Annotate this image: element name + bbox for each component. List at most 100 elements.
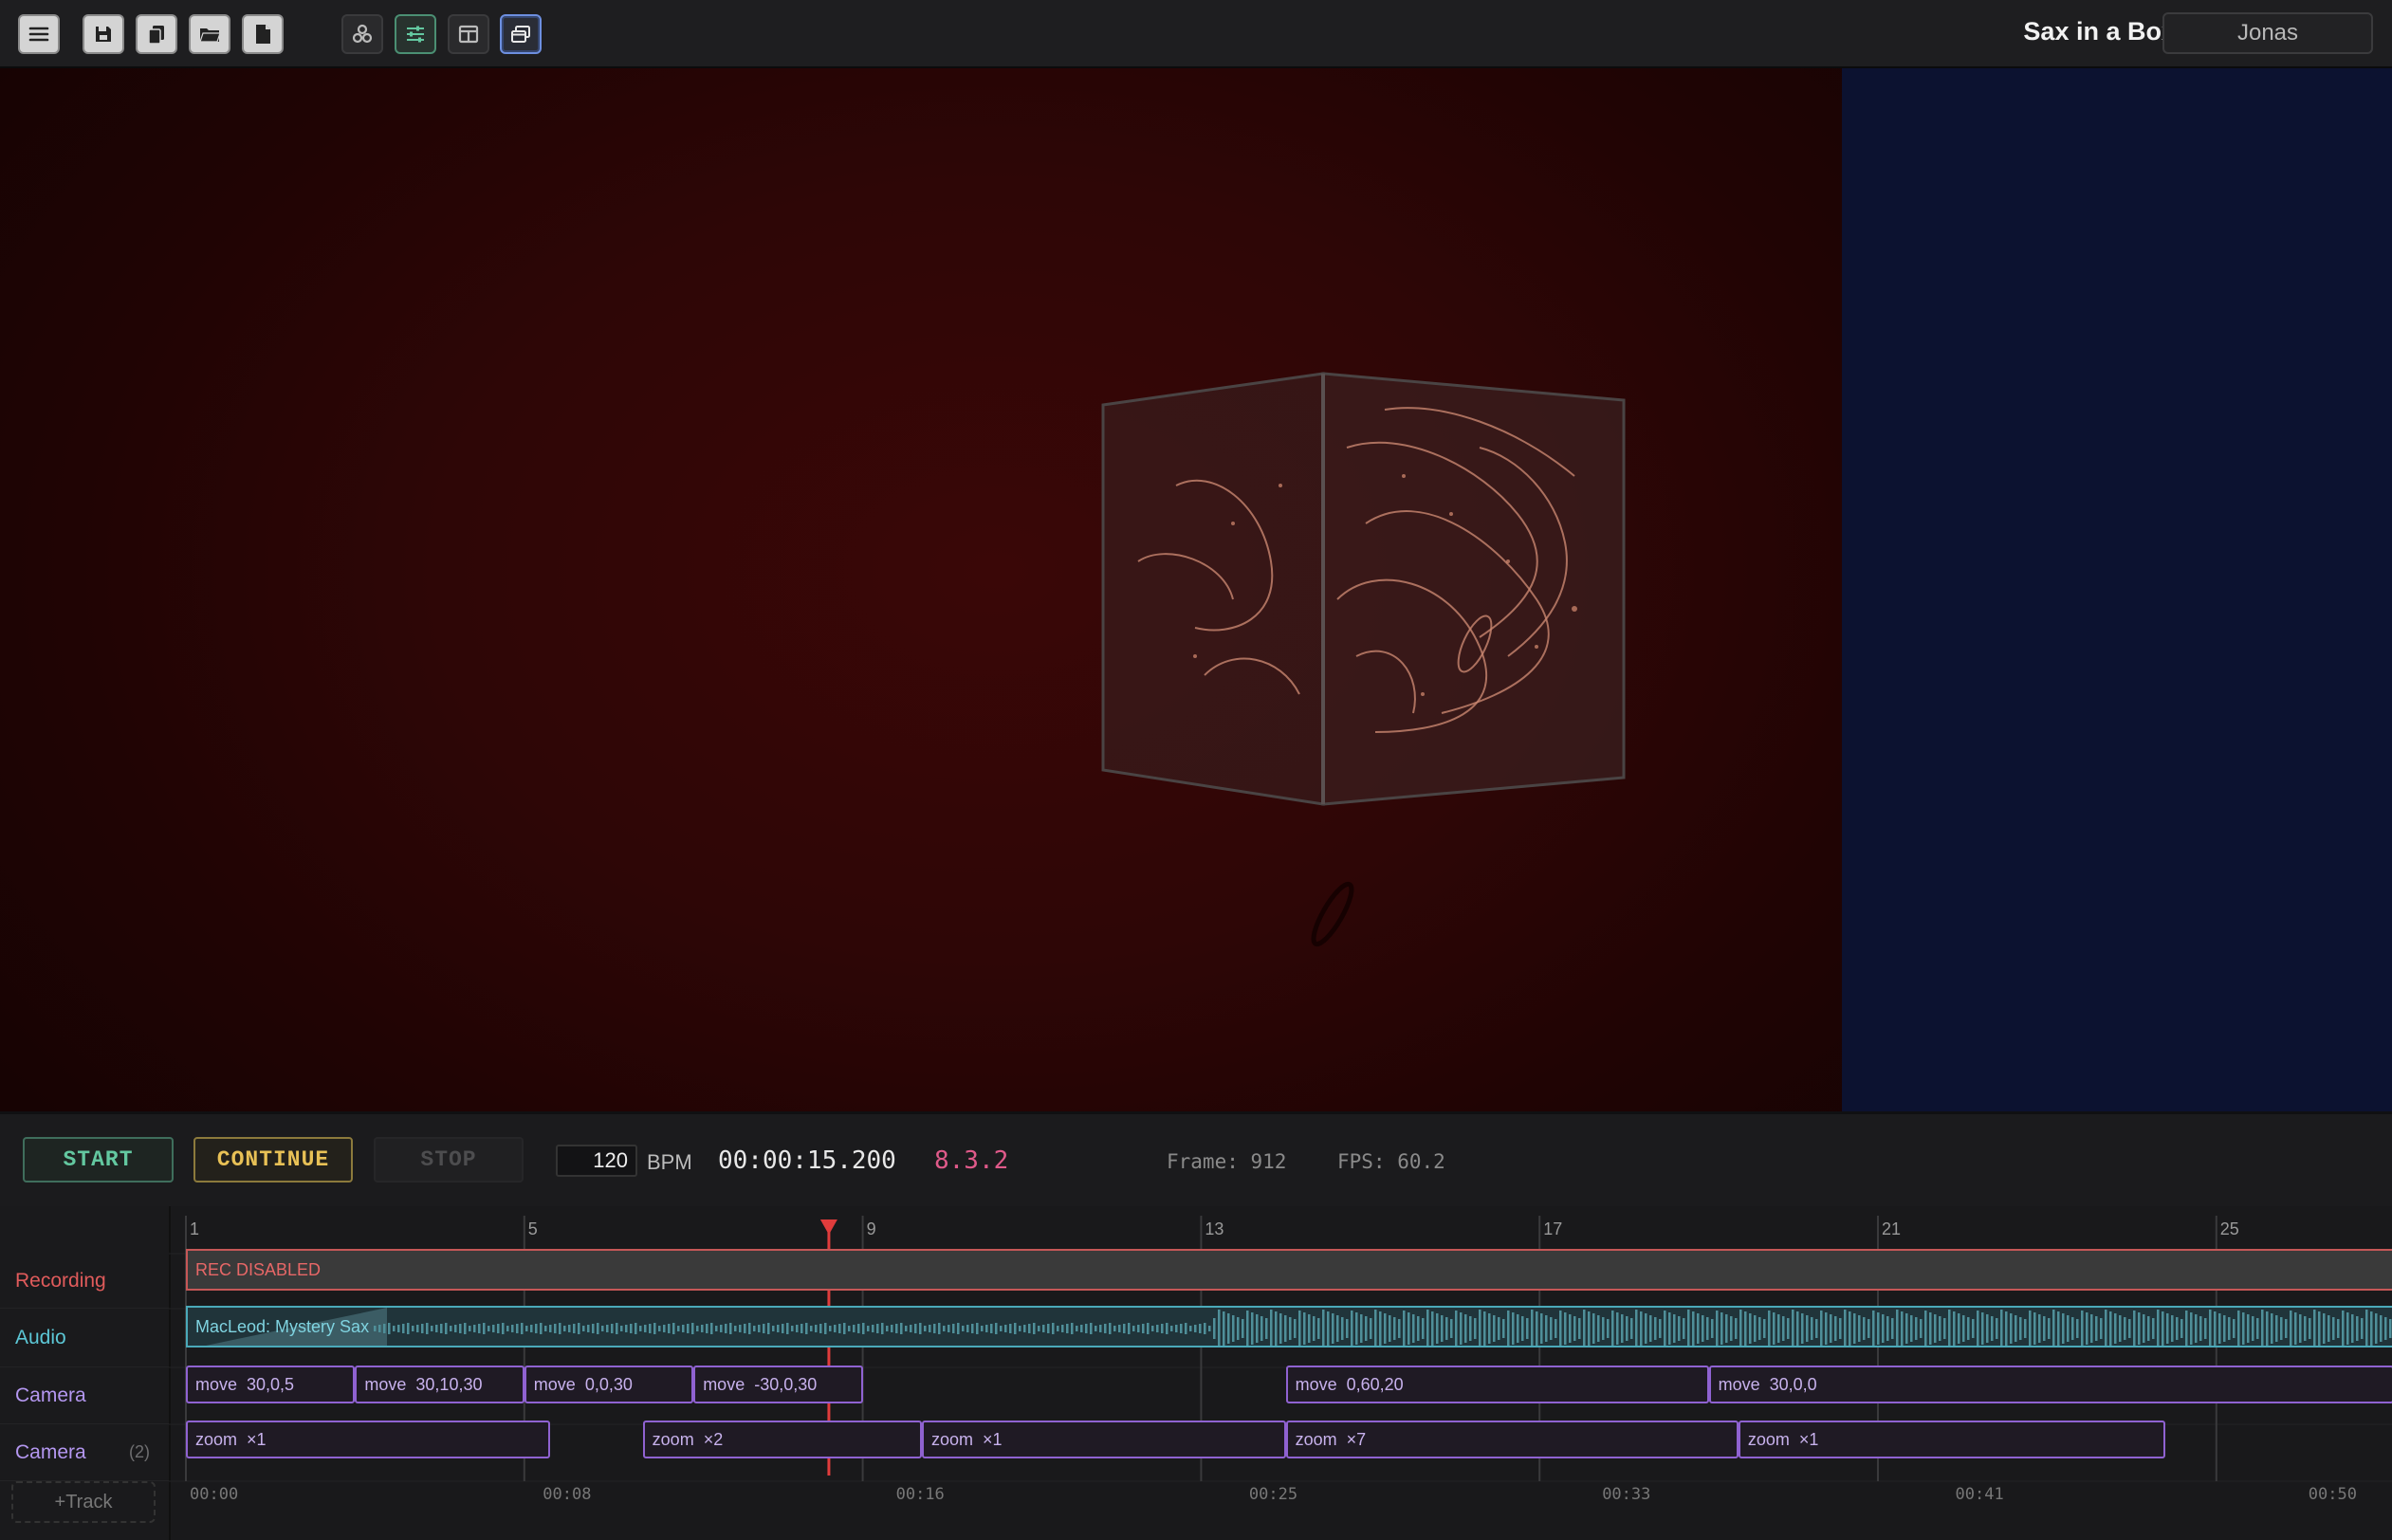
waveform-bar: [867, 1326, 870, 1331]
waveform-bar: [2076, 1319, 2079, 1338]
waveform-bar: [891, 1325, 893, 1332]
camera-clip[interactable]: move 30,0,0: [1708, 1366, 2392, 1403]
waveform-bar: [1687, 1310, 1690, 1346]
waveform-bar: [502, 1323, 505, 1334]
waveform-bar: [1104, 1324, 1107, 1333]
waveform-bar: [1218, 1310, 1221, 1346]
zoom-clip[interactable]: zoom ×1: [186, 1421, 550, 1458]
waveform-bar: [1351, 1311, 1353, 1346]
waveform-bar: [753, 1326, 756, 1331]
waveform-bar: [2342, 1311, 2345, 1346]
waveform-bar: [1294, 1319, 1297, 1338]
waveform-bar: [2043, 1316, 2046, 1341]
waveform-bar: [2242, 1312, 2245, 1345]
track-name-audio[interactable]: Audio: [0, 1309, 169, 1367]
camera-clip[interactable]: move 0,0,30: [524, 1366, 694, 1403]
waveform-bar: [2275, 1315, 2278, 1342]
waveform-bar: [1697, 1313, 1700, 1344]
track-name-camera-2[interactable]: Camera (2): [0, 1424, 169, 1481]
waveform-bar: [1611, 1311, 1614, 1346]
waveform-bar: [1592, 1313, 1595, 1344]
waveform-bar: [516, 1324, 519, 1333]
waveform-bar: [1426, 1310, 1429, 1346]
waveform-bar: [1720, 1312, 1723, 1345]
continue-button[interactable]: CONTINUE: [193, 1137, 353, 1182]
waveform-bar: [1825, 1312, 1828, 1345]
waveform-bar: [1313, 1316, 1316, 1341]
render-viewport[interactable]: [0, 68, 2392, 1111]
audio-clip[interactable]: MacLeod: Mystery Sax: [186, 1306, 2392, 1348]
user-name-field[interactable]: Jonas: [2162, 12, 2373, 54]
waveform-bar: [782, 1324, 784, 1333]
waveform-bar: [910, 1325, 912, 1332]
copy-button[interactable]: [136, 14, 177, 54]
waveform-bar: [1004, 1325, 1007, 1332]
open-button[interactable]: [189, 14, 230, 54]
transport-bar: START CONTINUE STOP 120 BPM 00:00:15.200…: [0, 1111, 2392, 1206]
start-button[interactable]: START: [23, 1137, 174, 1182]
waveform-bar: [635, 1323, 637, 1334]
waveform-bar: [1270, 1310, 1273, 1346]
waveform-bar: [630, 1324, 633, 1333]
waveform-bar: [1730, 1316, 1733, 1341]
zoom-clip[interactable]: zoom ×1: [1738, 1421, 2166, 1458]
waveform-bar: [914, 1324, 917, 1333]
waveform-bar: [990, 1324, 993, 1333]
waveform-bar: [668, 1324, 671, 1333]
new-file-button[interactable]: [242, 14, 284, 54]
waveform-bar: [876, 1324, 879, 1333]
track-name-camera[interactable]: Camera: [0, 1367, 169, 1424]
camera-clip[interactable]: move -30,0,30: [693, 1366, 863, 1403]
waveform-bar: [1588, 1311, 1591, 1346]
waveform-bar: [1275, 1311, 1278, 1346]
recording-region[interactable]: REC DISABLED: [186, 1249, 2392, 1291]
waveform-bar: [2233, 1319, 2236, 1338]
waveform-bar: [810, 1326, 813, 1331]
waveform-bar: [1213, 1318, 1216, 1339]
timecode-display: 00:00:15.200: [718, 1146, 896, 1175]
waveform-bar: [1735, 1318, 1738, 1339]
timeline-panel: Recording Audio Camera Camera (2) +Track…: [0, 1206, 2392, 1540]
bpm-input[interactable]: 120: [556, 1145, 637, 1177]
waveform-bar: [739, 1325, 742, 1332]
add-track-button[interactable]: +Track: [11, 1481, 156, 1523]
nodes-button[interactable]: [341, 14, 383, 54]
waveform-bar: [2199, 1316, 2202, 1341]
camera-clip[interactable]: move 30,10,30: [355, 1366, 524, 1403]
waveform-bar: [1095, 1326, 1097, 1331]
menu-button[interactable]: [18, 14, 60, 54]
save-button[interactable]: [83, 14, 124, 54]
waveform-bar: [1668, 1312, 1671, 1345]
waveform-bar: [1327, 1311, 1330, 1346]
waveform-bar: [905, 1326, 908, 1331]
sliders-button[interactable]: [395, 14, 436, 54]
waveform-bar: [1507, 1311, 1510, 1346]
waveform-bar: [2223, 1315, 2226, 1342]
zoom-clip[interactable]: zoom ×7: [1285, 1421, 1739, 1458]
camera-clip[interactable]: move 30,0,5: [186, 1366, 356, 1403]
waveform-bar: [1692, 1311, 1695, 1346]
waveform-bar: [796, 1325, 799, 1332]
waveform-bar: [677, 1326, 680, 1331]
waveform-bar: [1009, 1324, 1012, 1333]
windows-button[interactable]: [500, 14, 542, 54]
zoom-clip[interactable]: zoom ×1: [922, 1421, 1286, 1458]
waveform-bar: [948, 1325, 950, 1332]
waveform-bar: [393, 1326, 396, 1331]
waveform-bar: [848, 1326, 851, 1331]
waveform-bar: [2010, 1313, 2013, 1344]
track-name-recording[interactable]: Recording: [0, 1254, 169, 1309]
waveform-bar: [658, 1326, 661, 1331]
waveform-bar: [2029, 1311, 2032, 1346]
app-title: Sax in a Box: [2023, 17, 2176, 46]
waveform-bar: [573, 1324, 576, 1333]
waveform-bar: [2290, 1311, 2292, 1346]
stop-button[interactable]: STOP: [374, 1137, 524, 1182]
layout-button[interactable]: [448, 14, 489, 54]
zoom-clip[interactable]: zoom ×2: [642, 1421, 923, 1458]
time-label: 00:33: [1602, 1485, 1650, 1504]
waveform-bar: [492, 1325, 495, 1332]
waveform-bar: [663, 1325, 666, 1332]
camera-clip[interactable]: move 0,60,20: [1285, 1366, 1709, 1403]
waveform-bar: [1355, 1312, 1358, 1345]
